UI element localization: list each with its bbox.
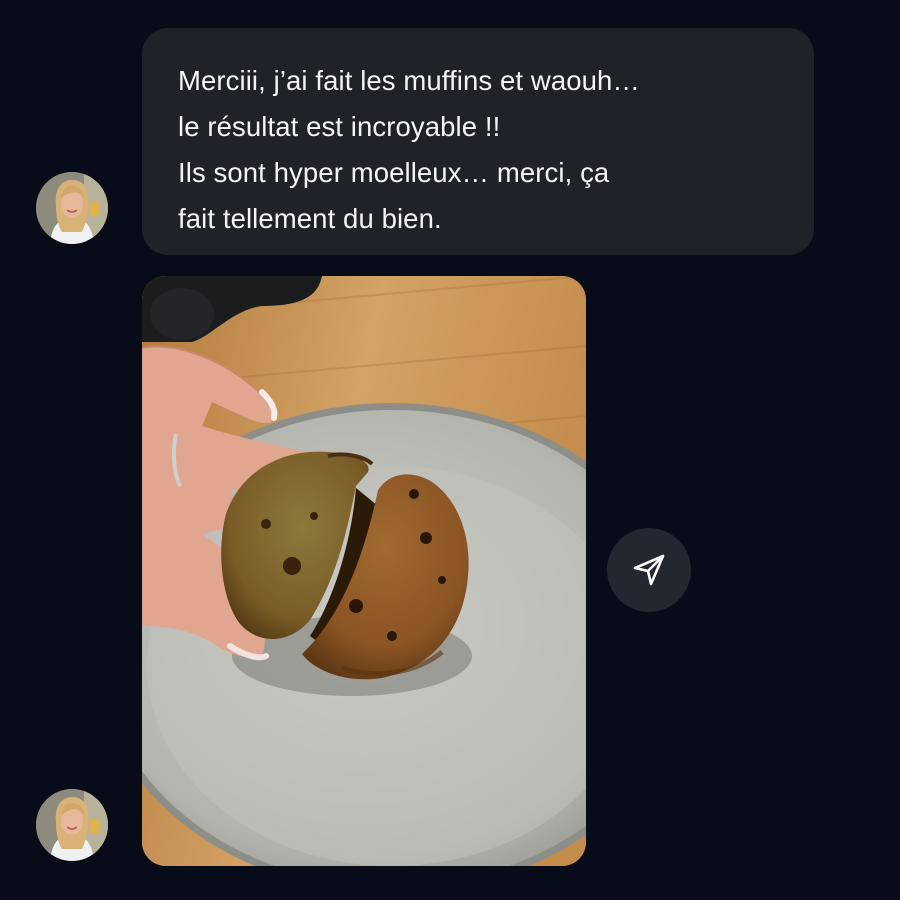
avatar-photo-icon [36,172,108,244]
send-icon [633,554,665,586]
sender-avatar[interactable] [36,172,108,244]
sender-avatar[interactable] [36,789,108,861]
chat-screen: Merciii, j’ai fait les muffins et waouh…… [0,0,900,900]
message-line: Merciii, j’ai fait les muffins et waouh… [178,65,640,96]
photo-message[interactable] [142,276,586,866]
message-line: fait tellement du bien. [178,203,442,234]
message-line: Ils sont hyper moelleux… merci, ça [178,157,610,188]
avatar-photo-icon [36,789,108,861]
share-button[interactable] [607,528,691,612]
message-line: le résultat est incroyable !! [178,111,501,142]
muffin-photo-icon [142,276,586,866]
message-bubble[interactable]: Merciii, j’ai fait les muffins et waouh…… [142,28,814,255]
